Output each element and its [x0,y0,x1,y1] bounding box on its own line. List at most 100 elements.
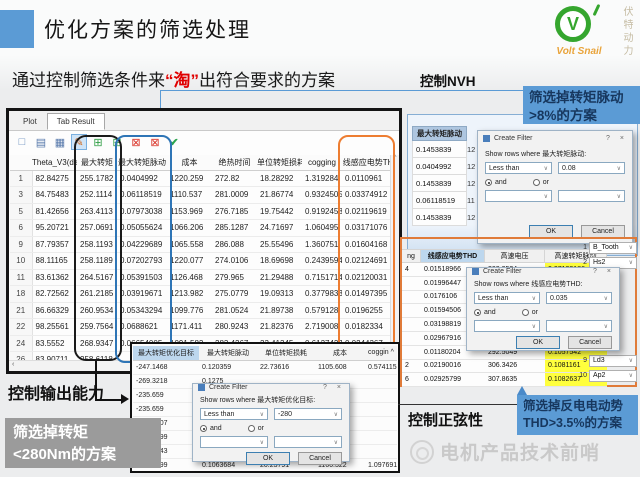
cell[interactable]: 82.72562 [32,286,77,303]
cell[interactable] [365,402,397,416]
cell[interactable]: 0.05391503 [117,269,167,286]
cell[interactable]: 0.03919671 [117,286,167,303]
cell[interactable]: 0.07202793 [117,253,167,270]
dialog-titlebar[interactable]: Create Filter ? × [478,131,632,145]
cell[interactable]: 0.05343294 [117,302,167,319]
cell[interactable]: 98.25561 [32,319,77,336]
new-file-icon[interactable]: □ [14,134,30,150]
column-header[interactable]: 最大转矩优化目标 [133,346,199,360]
cell[interactable]: 0.3779833 [302,286,342,303]
value-input-2[interactable]: ∨ [558,190,625,202]
table-row[interactable]: 9 87.79357 258.1193 0.04229689 1065.558 … [10,236,400,253]
cell[interactable]: 0.05055624 [117,220,167,237]
cell[interactable]: 95.20721 [32,220,77,237]
cell[interactable]: -235.659 [133,402,199,416]
column-header[interactable] [10,155,32,170]
cell[interactable]: 22.73616 [257,360,315,374]
cell[interactable]: 1.360751 [302,236,342,253]
value-input[interactable]: 0.08∨ [558,162,625,174]
column-header[interactable]: 线感应电势THD [421,249,485,263]
or-radio[interactable]: or [533,179,549,186]
save-icon[interactable]: ▤ [33,134,49,150]
cell[interactable]: 1171.411 [167,319,212,336]
cell[interactable]: 0.02190016 [421,360,485,374]
cell[interactable]: 255.1782 [77,170,117,187]
cell[interactable]: 21.82376 [257,319,302,336]
ok-button[interactable]: OK [246,452,290,465]
cell[interactable]: 0.04229689 [117,236,167,253]
operator-select-2[interactable]: ∨ [485,190,552,202]
and-radio[interactable]: and [200,425,222,432]
column-header[interactable]: 最大转矩脉动 [412,126,467,141]
or-radio[interactable]: or [522,309,538,316]
cell[interactable]: 1066.206 [167,220,212,237]
and-radio[interactable]: and [485,179,507,186]
operator-select[interactable]: Less than∨ [200,408,268,420]
cell[interactable]: 1099.776 [167,302,212,319]
param-select[interactable]: Ld3∨ [589,355,637,367]
cell[interactable]: 1.097691 [365,458,397,472]
ok-button[interactable]: OK [516,336,560,349]
cell[interactable]: 281.0009 [212,187,257,204]
cancel-button[interactable]: Cancel [298,452,342,465]
cell[interactable] [365,444,397,458]
cell[interactable]: 279.965 [212,269,257,286]
column-header[interactable]: coggin ^ [365,346,397,360]
cell[interactable]: 1220.077 [167,253,212,270]
cell[interactable]: 0.2439594 [302,253,342,270]
tab-plot[interactable]: Plot [13,113,47,130]
table-row[interactable]: 22 98.25561 259.7564 0.0688621 1171.411 … [10,319,400,336]
cell[interactable]: 306.3426 [485,360,545,374]
cell[interactable]: 1.060495 [302,220,342,237]
cell[interactable]: 275.0779 [212,286,257,303]
cell[interactable]: 307.8635 [485,373,545,387]
close-icon[interactable]: × [334,384,344,391]
cell[interactable]: 1105.608 [315,360,365,374]
close-icon[interactable]: × [617,135,627,142]
cell[interactable] [365,430,397,444]
column-header[interactable]: 绝热时间 [212,155,257,170]
operator-select[interactable]: Less than∨ [485,162,552,174]
edit-icon[interactable]: ✎ [71,134,87,150]
cell[interactable]: 276.7185 [212,203,257,220]
cell[interactable]: 259.7564 [77,319,117,336]
operator-select[interactable]: Less than∨ [474,292,540,304]
apply-icon[interactable]: ✔ [166,134,182,150]
cell[interactable]: 286.088 [212,236,257,253]
cell[interactable]: -235.659 [133,388,199,402]
cell[interactable]: 281.0524 [212,302,257,319]
value-input-2[interactable]: ∨ [546,320,612,332]
tab-result[interactable]: Tab Result [47,113,105,130]
cell[interactable]: 1110.537 [167,187,212,204]
column-header[interactable]: cogging [302,155,342,170]
cell[interactable]: -269.3218 [133,374,199,388]
insert-row-icon[interactable]: ⊞ [90,134,106,150]
delete-column-icon[interactable]: ⊠ [147,134,163,150]
cell[interactable]: -247.1468 [133,360,199,374]
operator-select-2[interactable]: ∨ [200,436,268,448]
cell[interactable]: 19.75442 [257,203,302,220]
cell[interactable]: 21.86774 [257,187,302,204]
table-row[interactable]: 18 82.72562 261.2185 0.03919671 1213.982… [10,286,400,303]
column-header[interactable]: 单位转矩损耗 [257,346,315,360]
column-header[interactable]: 成本 [315,346,365,360]
cell[interactable]: 261.2185 [77,286,117,303]
table-row[interactable]: 6 95.20721 257.0691 0.05055624 1066.206 … [10,220,400,237]
cell[interactable]: 86.66329 [32,302,77,319]
cell[interactable]: 0.579128 [302,302,342,319]
close-icon[interactable]: × [604,268,614,275]
cell[interactable]: 1065.558 [167,236,212,253]
table-row[interactable]: 1 82.84275 255.1782 0.0404992 1220.259 2… [10,170,400,187]
cell[interactable]: 84.75483 [32,187,77,204]
cell[interactable]: 257.0691 [77,220,117,237]
operator-select-2[interactable]: ∨ [474,320,540,332]
cell[interactable] [365,374,397,388]
cell[interactable]: 25.55496 [257,236,302,253]
cell[interactable]: 21.29488 [257,269,302,286]
cell[interactable]: 272.82 [212,170,257,187]
table-row[interactable]: 21 86.66329 260.9534 0.05343294 1099.776… [10,302,400,319]
cell[interactable]: 0.06118519 [117,187,167,204]
column-header[interactable]: 单位转矩损耗 [257,155,302,170]
column-header[interactable]: Theta_V3(deg) [32,155,77,170]
cell[interactable]: 24.71697 [257,220,302,237]
